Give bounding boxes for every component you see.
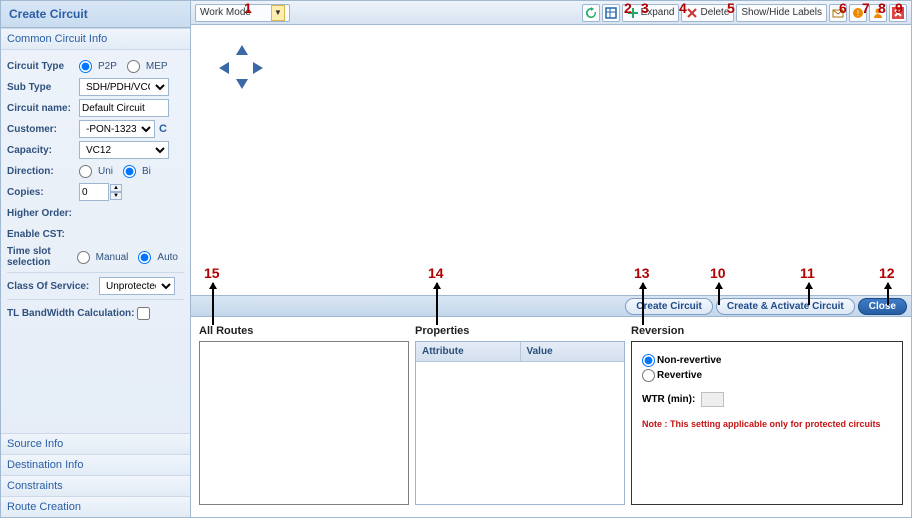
wtr-spinner[interactable] xyxy=(701,392,723,407)
radio-bi-label: Bi xyxy=(142,166,151,177)
layout-icon xyxy=(605,7,617,19)
refresh-icon xyxy=(585,7,597,19)
alert-icon: ! xyxy=(852,7,864,19)
pan-control xyxy=(219,45,263,89)
input-circuit-name[interactable] xyxy=(79,99,169,117)
col-attribute: Attribute xyxy=(416,342,521,361)
copies-up-button[interactable]: ▲ xyxy=(110,184,122,192)
reversion-box: Non-revertive Revertive WTR (min): Note … xyxy=(631,341,903,505)
accordion-source-info[interactable]: Source Info xyxy=(1,433,190,454)
radio-ts-auto[interactable] xyxy=(138,251,151,264)
create-activate-button[interactable]: Create & Activate Circuit xyxy=(716,298,855,315)
expand-button[interactable]: Expand xyxy=(622,4,680,22)
radio-p2p-label: P2P xyxy=(98,61,117,72)
label-capacity: Capacity: xyxy=(7,145,79,156)
label-direction: Direction: xyxy=(7,166,79,177)
input-copies[interactable] xyxy=(79,183,109,201)
label-customer: Customer: xyxy=(7,124,79,135)
properties-heading: Properties xyxy=(415,325,625,337)
label-timeslot-selection: Time slot selection xyxy=(7,246,77,268)
close-button[interactable]: Close xyxy=(858,298,907,315)
pan-left-icon[interactable] xyxy=(219,62,229,74)
radio-uni[interactable] xyxy=(79,165,92,178)
show-hide-labels-label: Show/Hide Labels xyxy=(741,7,822,18)
toolbar-icon-3[interactable] xyxy=(602,4,620,22)
radio-mep-label: MEP xyxy=(146,61,168,72)
expand-icon xyxy=(627,7,639,19)
radio-ts-manual-label: Manual xyxy=(96,252,129,263)
reversion-heading: Reversion xyxy=(631,325,903,337)
mail-icon xyxy=(832,7,844,19)
radio-ts-auto-label: Auto xyxy=(157,252,178,263)
dropdown-arrow-icon: ▼ xyxy=(271,5,285,21)
common-circuit-form: Circuit Type P2P MEP Sub Type SDH/PDH/VC… xyxy=(1,50,190,329)
section-common-info[interactable]: Common Circuit Info xyxy=(1,28,190,50)
customer-helper-icon[interactable]: C xyxy=(159,123,167,135)
all-routes-heading: All Routes xyxy=(199,325,409,337)
svg-text:!: ! xyxy=(857,9,859,18)
pan-right-icon[interactable] xyxy=(253,62,263,74)
label-subtype: Sub Type xyxy=(7,82,79,93)
show-hide-labels-button[interactable]: Show/Hide Labels xyxy=(736,4,827,22)
radio-revertive[interactable] xyxy=(642,369,655,382)
label-tl-bandwidth-calc: TL BandWidth Calculation: xyxy=(7,308,137,319)
select-class-of-service[interactable]: Unprotected xyxy=(99,277,175,295)
radio-non-revertive-label: Non-revertive xyxy=(657,355,721,366)
toolbar-icon-9[interactable] xyxy=(889,4,907,22)
workmode-label: Work Mode xyxy=(200,7,251,18)
select-customer[interactable]: -PON-13236352 xyxy=(79,120,155,138)
delete-button[interactable]: Delete xyxy=(681,4,734,22)
radio-mep[interactable] xyxy=(127,60,140,73)
select-subtype[interactable]: SDH/PDH/VCG xyxy=(79,78,169,96)
checkbox-tl-bandwidth[interactable] xyxy=(137,307,150,320)
pan-up-icon[interactable] xyxy=(236,45,248,55)
toolbar-icon-2[interactable] xyxy=(582,4,600,22)
select-capacity[interactable]: VC12 xyxy=(79,141,169,159)
expand-label: Expand xyxy=(641,7,675,18)
reversion-note: Note : This setting applicable only for … xyxy=(642,419,892,429)
accordion-constraints[interactable]: Constraints xyxy=(1,475,190,496)
close-icon xyxy=(892,7,904,19)
delete-label: Delete xyxy=(700,7,729,18)
copies-down-button[interactable]: ▼ xyxy=(110,192,122,200)
label-enable-cst: Enable CST: xyxy=(7,229,79,240)
properties-table: Attribute Value xyxy=(415,341,625,505)
delete-icon xyxy=(686,7,698,19)
accordion-route-creation[interactable]: Route Creation xyxy=(1,496,190,517)
toolbar: Work Mode ▼ Expand Delete Show/Hide Labe… xyxy=(191,1,911,25)
create-circuit-button[interactable]: Create Circuit xyxy=(625,298,713,315)
panel-title: Create Circuit xyxy=(1,1,190,28)
lower-panels: All Routes Properties Attribute Value Re… xyxy=(191,317,911,517)
label-higher-order: Higher Order: xyxy=(7,208,79,219)
label-circuit-name: Circuit name: xyxy=(7,103,79,114)
accordion-destination-info[interactable]: Destination Info xyxy=(1,454,190,475)
radio-revertive-label: Revertive xyxy=(657,370,702,381)
left-panel: Create Circuit Common Circuit Info Circu… xyxy=(1,1,191,517)
toolbar-icon-8[interactable] xyxy=(869,4,887,22)
radio-uni-label: Uni xyxy=(98,166,113,177)
label-copies: Copies: xyxy=(7,187,79,198)
toolbar-icon-7[interactable]: ! xyxy=(849,4,867,22)
toolbar-icon-6[interactable] xyxy=(829,4,847,22)
radio-p2p[interactable] xyxy=(79,60,92,73)
label-circuit-type: Circuit Type xyxy=(7,61,79,72)
radio-bi[interactable] xyxy=(123,165,136,178)
workmode-dropdown[interactable]: Work Mode ▼ xyxy=(195,4,290,22)
col-value: Value xyxy=(521,342,625,361)
all-routes-listbox[interactable] xyxy=(199,341,409,505)
wtr-label: WTR (min): xyxy=(642,394,695,405)
topology-canvas[interactable] xyxy=(191,25,911,295)
pan-down-icon[interactable] xyxy=(236,79,248,89)
label-class-of-service: Class Of Service: xyxy=(7,281,99,292)
radio-ts-manual[interactable] xyxy=(77,251,90,264)
action-bar: Create Circuit Create & Activate Circuit… xyxy=(191,295,911,317)
right-panel: Work Mode ▼ Expand Delete Show/Hide Labe… xyxy=(191,1,911,517)
radio-non-revertive[interactable] xyxy=(642,354,655,367)
user-icon xyxy=(872,7,884,19)
